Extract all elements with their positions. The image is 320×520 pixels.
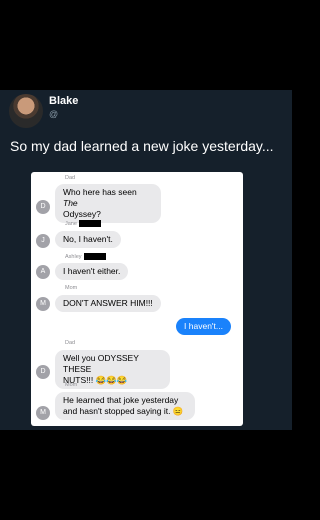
avatar-initial: D bbox=[36, 200, 50, 214]
message-text: Well you ODYSSEY THESE bbox=[63, 353, 139, 374]
redaction-bar bbox=[83, 253, 106, 260]
message-text: Who here has seen bbox=[63, 187, 137, 197]
message-text: No, I haven't. bbox=[63, 234, 113, 244]
message-text-italic: The bbox=[63, 198, 78, 208]
message-text: and hasn't stopped saying it. 😑 bbox=[63, 406, 184, 416]
avatar-initial: M bbox=[36, 297, 50, 311]
avatar[interactable] bbox=[9, 94, 43, 128]
sender-label: Jane bbox=[65, 220, 101, 227]
avatar-initial: A bbox=[36, 265, 50, 279]
sender-label: Mom bbox=[65, 285, 78, 291]
message-bubble: I haven't either. bbox=[55, 263, 129, 280]
tweet: Blake @ So my dad learned a new joke yes… bbox=[0, 90, 292, 430]
embedded-screenshot[interactable]: Dad D Who here has seen The Odyssey? Jan… bbox=[31, 172, 243, 426]
sender-label: Mom bbox=[65, 382, 78, 388]
handle[interactable]: @ bbox=[49, 109, 58, 119]
sender-label: Dad bbox=[65, 175, 76, 181]
message-text: Odyssey? bbox=[63, 209, 101, 219]
tweet-text: So my dad learned a new joke yesterday..… bbox=[10, 138, 274, 154]
message-bubble: He learned that joke yesterday and hasn'… bbox=[55, 392, 195, 420]
message-text: He learned that joke yesterday bbox=[63, 395, 179, 405]
avatar-initial: D bbox=[36, 365, 50, 379]
message-bubble: No, I haven't. bbox=[55, 231, 121, 248]
display-name[interactable]: Blake bbox=[49, 95, 78, 107]
message-text: I haven't either. bbox=[63, 266, 121, 276]
message-bubble: Who here has seen The Odyssey? bbox=[55, 184, 161, 223]
sender-label: Ashley bbox=[65, 253, 106, 260]
avatar-initial: M bbox=[36, 406, 50, 420]
sender-label: Dad bbox=[65, 340, 76, 346]
message-bubble: DON'T ANSWER HIM!!! bbox=[55, 295, 161, 312]
message-text: I haven't... bbox=[184, 321, 223, 331]
message-text: DON'T ANSWER HIM!!! bbox=[63, 298, 153, 308]
redaction-bar bbox=[78, 220, 101, 227]
outgoing-message-bubble: I haven't... bbox=[176, 318, 231, 335]
avatar-initial: J bbox=[36, 234, 50, 248]
